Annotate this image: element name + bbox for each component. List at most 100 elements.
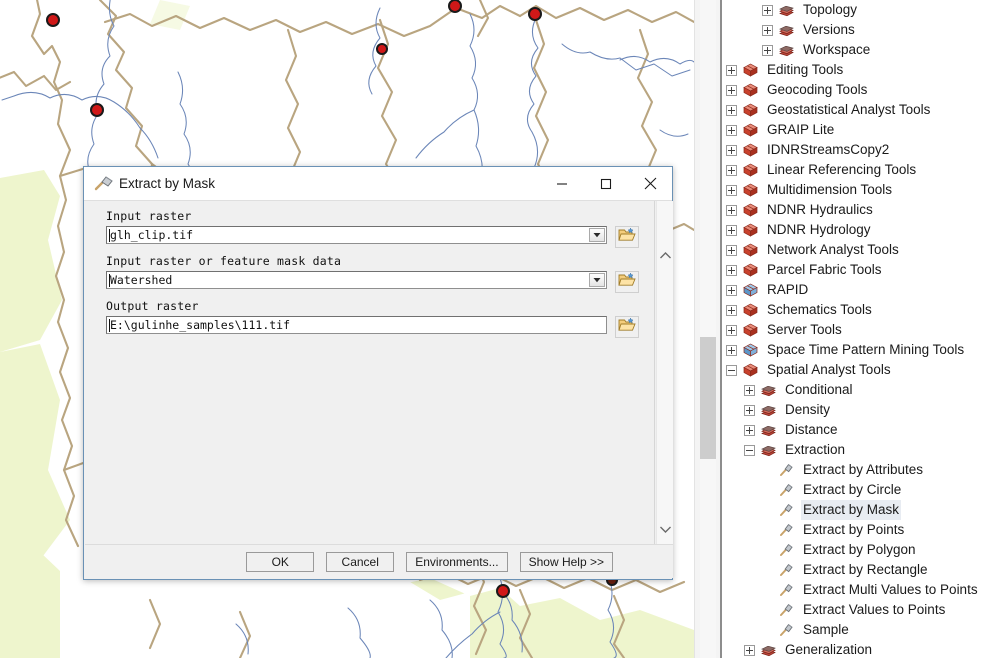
chevron-up-icon[interactable] — [657, 247, 674, 264]
minimize-icon[interactable] — [540, 168, 584, 200]
tree-item-ndnr-hydrology[interactable]: NDNR Hydrology — [722, 220, 1002, 240]
tree-item-extract-by-attributes[interactable]: Extract by Attributes — [722, 460, 1002, 480]
tool-icon — [777, 582, 797, 598]
expand-plus-icon[interactable] — [762, 44, 773, 56]
tree-item-extract-multi-values-to-points[interactable]: Extract Multi Values to Points — [722, 580, 1002, 600]
open-folder-icon — [618, 317, 636, 338]
tree-item-ndnr-hydraulics[interactable]: NDNR Hydraulics — [722, 200, 1002, 220]
environments-button[interactable]: Environments... — [406, 551, 508, 572]
tree-item-idnrstreamscopy2[interactable]: IDNRStreamsCopy2 — [722, 140, 1002, 160]
dropdown-arrow-icon[interactable] — [589, 273, 605, 287]
expand-plus-icon[interactable] — [726, 304, 737, 316]
scrollbar-thumb[interactable] — [700, 337, 716, 459]
expand-plus-icon[interactable] — [726, 224, 737, 236]
browse-folder-button[interactable] — [615, 316, 639, 338]
collapse-minus-icon[interactable] — [744, 444, 755, 456]
parameter-input-row: glh_clip.tif — [106, 226, 654, 248]
dialog-titlebar[interactable]: Extract by Mask — [84, 167, 672, 201]
tree-item-extract-by-mask[interactable]: Extract by Mask — [722, 500, 1002, 520]
tree-item-extract-by-points[interactable]: Extract by Points — [722, 520, 1002, 540]
tree-item-versions[interactable]: Versions — [722, 20, 1002, 40]
show-help-button[interactable]: Show Help >> — [519, 551, 613, 572]
tree-item-label: Extract Values to Points — [803, 602, 946, 617]
tree-item-geostatistical-analyst-tools[interactable]: Geostatistical Analyst Tools — [722, 100, 1002, 120]
tree-item-extract-values-to-points[interactable]: Extract Values to Points — [722, 600, 1002, 620]
tree-item-topology[interactable]: Topology — [722, 0, 1002, 20]
expand-plus-icon[interactable] — [762, 24, 773, 36]
expand-plus-icon[interactable] — [726, 324, 737, 336]
expand-plus-icon[interactable] — [744, 424, 755, 436]
tree-item-distance[interactable]: Distance — [722, 420, 1002, 440]
tree-item-graip-lite[interactable]: GRAIP Lite — [722, 120, 1002, 140]
toolset-icon — [777, 42, 797, 58]
toolset-icon — [777, 22, 797, 38]
expand-plus-icon[interactable] — [726, 144, 737, 156]
toolbox-tree-panel[interactable]: Topology Versions Workspace Editing Tools Ge… — [722, 0, 1002, 658]
expand-plus-icon[interactable] — [726, 104, 737, 116]
tree-item-label: Extract by Attributes — [803, 462, 924, 477]
toolbox-icon — [741, 262, 761, 278]
scrollbar-track[interactable] — [700, 0, 716, 658]
toolbox-icon — [741, 182, 761, 198]
browse-folder-button[interactable] — [615, 226, 639, 248]
tree-item-density[interactable]: Density — [722, 400, 1002, 420]
expand-plus-icon[interactable] — [726, 124, 737, 136]
toolbox-icon — [741, 102, 761, 118]
expand-plus-icon[interactable] — [726, 164, 737, 176]
expand-plus-icon[interactable] — [762, 4, 773, 16]
expand-plus-icon[interactable] — [726, 84, 737, 96]
parameter-textbox[interactable]: E:\gulinhe_samples\111.tif — [106, 316, 607, 334]
dialog-parameter-area: Input raster glh_clip.tif Input raster or … — [85, 201, 655, 546]
tree-item-label: IDNRStreamsCopy2 — [767, 142, 890, 157]
expand-plus-icon[interactable] — [726, 204, 737, 216]
tree-item-conditional[interactable]: Conditional — [722, 380, 1002, 400]
parameter-label: Input raster or feature mask data — [106, 254, 342, 268]
toolbox-icon — [741, 242, 761, 258]
maximize-icon[interactable] — [584, 168, 628, 200]
expand-plus-icon[interactable] — [744, 404, 755, 416]
parameter-value: Watershed — [110, 273, 173, 287]
tree-item-schematics-tools[interactable]: Schematics Tools — [722, 300, 1002, 320]
expand-plus-icon[interactable] — [726, 344, 737, 356]
tree-item-editing-tools[interactable]: Editing Tools — [722, 60, 1002, 80]
expand-plus-icon[interactable] — [744, 644, 755, 656]
tree-item-generalization[interactable]: Generalization — [722, 640, 1002, 658]
tree-item-rapid[interactable]: RAPID — [722, 280, 1002, 300]
tree-item-label: RAPID — [767, 282, 809, 297]
expand-plus-icon[interactable] — [726, 64, 737, 76]
tree-item-network-analyst-tools[interactable]: Network Analyst Tools — [722, 240, 1002, 260]
tree-item-label: Extraction — [785, 442, 846, 457]
parameter-combobox[interactable]: Watershed — [106, 271, 607, 289]
cancel-button[interactable]: Cancel — [326, 551, 395, 572]
tree-item-sample[interactable]: Sample — [722, 620, 1002, 640]
tree-item-workspace[interactable]: Workspace — [722, 40, 1002, 60]
map-vertical-scrollbar[interactable] — [694, 0, 721, 658]
expand-plus-icon[interactable] — [726, 244, 737, 256]
tree-item-server-tools[interactable]: Server Tools — [722, 320, 1002, 340]
expand-plus-icon[interactable] — [726, 184, 737, 196]
browse-folder-button[interactable] — [615, 271, 639, 293]
dialog-vertical-scrollbar[interactable] — [656, 201, 673, 546]
tree-item-linear-referencing-tools[interactable]: Linear Referencing Tools — [722, 160, 1002, 180]
tree-item-extract-by-circle[interactable]: Extract by Circle — [722, 480, 1002, 500]
parameter-combobox[interactable]: glh_clip.tif — [106, 226, 607, 244]
dropdown-arrow-icon[interactable] — [589, 228, 605, 242]
tree-item-extract-by-rectangle[interactable]: Extract by Rectangle — [722, 560, 1002, 580]
chevron-down-icon[interactable] — [657, 521, 674, 538]
expand-plus-icon[interactable] — [726, 284, 737, 296]
expand-plus-icon[interactable] — [726, 264, 737, 276]
tree-item-geocoding-tools[interactable]: Geocoding Tools — [722, 80, 1002, 100]
tree-item-extract-by-polygon[interactable]: Extract by Polygon — [722, 540, 1002, 560]
tree-item-extraction[interactable]: Extraction — [722, 440, 1002, 460]
tree-item-space-time-pattern-mining-tools[interactable]: Space Time Pattern Mining Tools — [722, 340, 1002, 360]
tree-item-multidimension-tools[interactable]: Multidimension Tools — [722, 180, 1002, 200]
tree-item-label: Workspace — [803, 42, 871, 57]
tree-item-spatial-analyst-tools[interactable]: Spatial Analyst Tools — [722, 360, 1002, 380]
ok-button[interactable]: OK — [246, 551, 315, 572]
close-icon[interactable] — [628, 168, 672, 200]
tree-item-parcel-fabric-tools[interactable]: Parcel Fabric Tools — [722, 260, 1002, 280]
expand-plus-icon[interactable] — [744, 384, 755, 396]
collapse-minus-icon[interactable] — [726, 364, 737, 376]
extract-by-mask-dialog[interactable]: Extract by Mask Input raster glh_clip.tif… — [83, 166, 673, 580]
